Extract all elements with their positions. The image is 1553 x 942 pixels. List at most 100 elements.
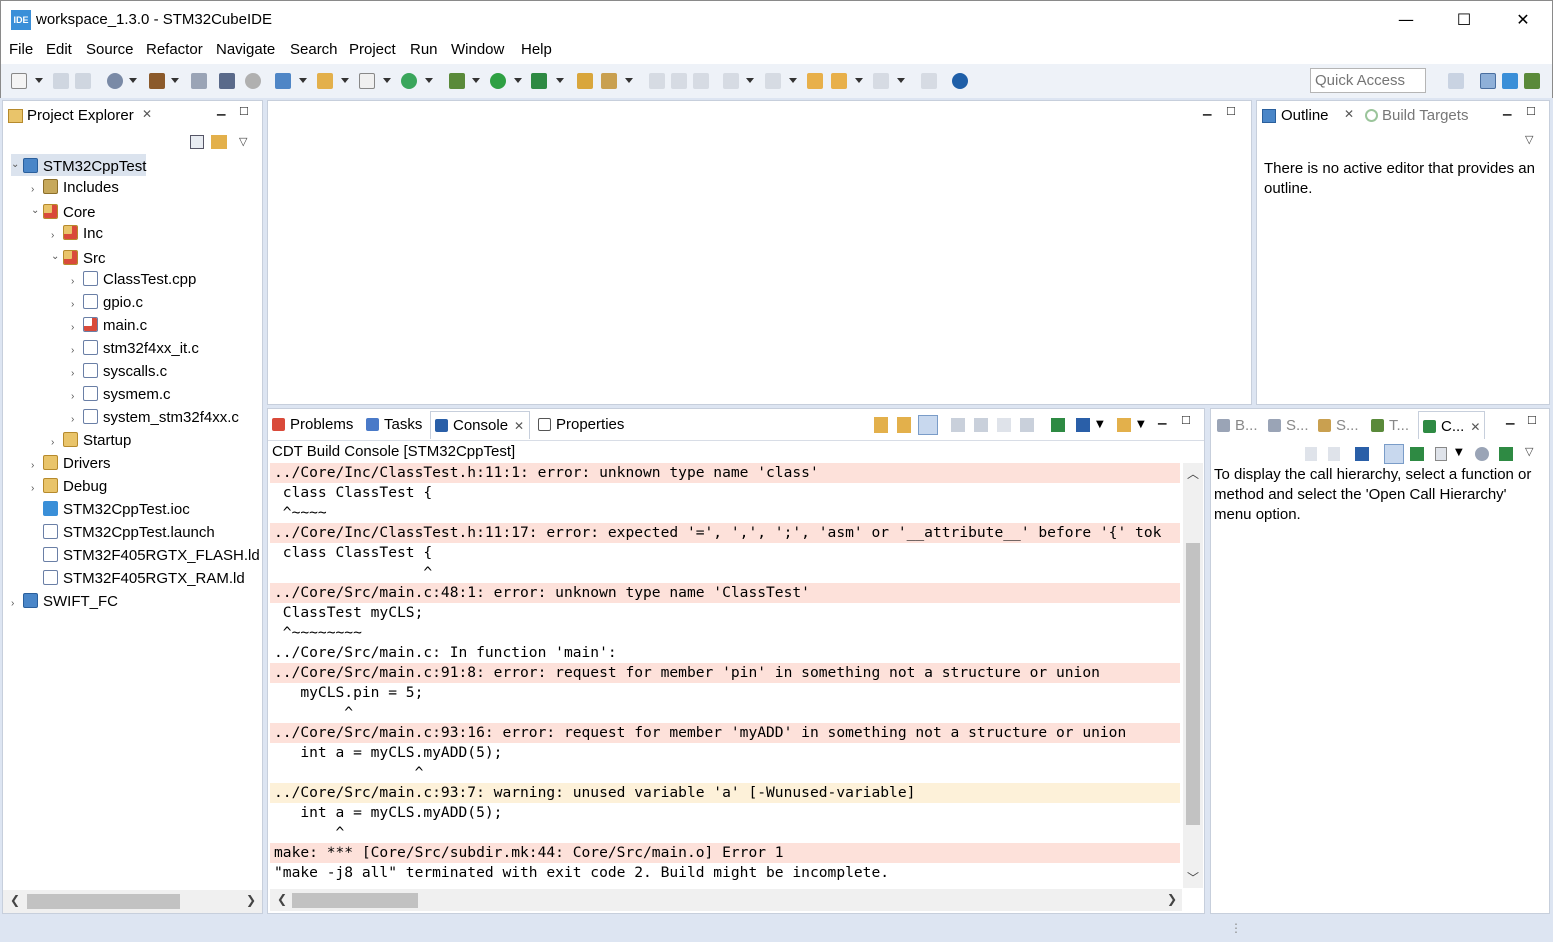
word-wrap-icon[interactable] xyxy=(997,418,1011,432)
save-icon[interactable] xyxy=(53,73,69,89)
status-bar-grip-icon[interactable]: ⋮ xyxy=(1230,921,1242,935)
back-icon[interactable] xyxy=(831,73,847,89)
minimize-view-icon[interactable]: ▁ xyxy=(1503,103,1511,116)
debug-dropdown-icon[interactable] xyxy=(472,78,480,83)
prev-annotation-icon[interactable] xyxy=(765,73,781,89)
forward-icon[interactable] xyxy=(873,73,889,89)
close-icon[interactable]: ✕ xyxy=(1344,107,1354,121)
view-menu-icon[interactable]: ▽ xyxy=(239,135,247,148)
forward-dropdown-icon[interactable] xyxy=(897,78,905,83)
tree-item[interactable]: STM32F405RGTX_FLASH.ld xyxy=(31,545,260,567)
close-button[interactable]: ✕ xyxy=(1494,1,1552,39)
tab-search[interactable]: S... xyxy=(1318,417,1359,434)
console-output[interactable]: ../Core/Inc/ClassTest.h:11:1: error: unk… xyxy=(270,463,1182,888)
maximize-button[interactable]: ☐ xyxy=(1435,1,1493,39)
maximize-view-icon[interactable]: ☐ xyxy=(1181,414,1191,427)
refresh-dropdown-icon[interactable] xyxy=(425,78,433,83)
tree-item[interactable]: STM32F405RGTX_RAM.ld xyxy=(31,568,245,590)
open-console-icon[interactable] xyxy=(1117,418,1131,432)
tab-build-analyzer[interactable]: B... xyxy=(1217,417,1258,434)
tree-item[interactable]: › ClassTest.cpp xyxy=(71,269,196,291)
show-callers-icon[interactable] xyxy=(1384,444,1404,464)
next-annotation-icon[interactable] xyxy=(723,73,739,89)
tree-item[interactable]: STM32CppTest.launch xyxy=(31,522,215,544)
clean-icon[interactable] xyxy=(191,73,207,89)
tree-item[interactable]: ⌄ Core xyxy=(31,200,96,222)
tab-type-hierarchy[interactable]: T... xyxy=(1371,417,1409,434)
chevron-right-icon[interactable]: › xyxy=(71,340,83,362)
view-menu-icon[interactable]: ▽ xyxy=(1525,133,1533,146)
minimize-button[interactable]: — xyxy=(1377,1,1435,39)
tab-properties[interactable]: Properties xyxy=(538,411,624,439)
open-console-dropdown-icon[interactable]: ▼ xyxy=(1137,419,1145,430)
tab-tasks[interactable]: Tasks xyxy=(366,411,422,439)
scroll-right-icon[interactable]: ❯ xyxy=(1167,892,1177,906)
tree-item[interactable]: ⌄ Src xyxy=(51,246,106,268)
prev-annotation-dropdown-icon[interactable] xyxy=(789,78,797,83)
refresh-icon[interactable] xyxy=(1475,447,1489,461)
menu-file[interactable]: File xyxy=(9,41,33,58)
tab-console[interactable]: Console ✕ xyxy=(430,411,530,439)
vertical-scrollbar[interactable]: ︿ ﹀ xyxy=(1183,463,1203,888)
tree-item[interactable]: › Debug xyxy=(31,476,107,498)
debug-bug-icon[interactable] xyxy=(449,73,465,89)
pin-console-icon[interactable] xyxy=(1051,418,1065,432)
view-menu-icon[interactable]: ▽ xyxy=(1525,445,1533,458)
collapse-all-icon[interactable] xyxy=(190,135,204,149)
tree-item[interactable]: › Includes xyxy=(31,177,119,199)
chevron-right-icon[interactable]: › xyxy=(31,455,43,477)
tree-item[interactable]: › Drivers xyxy=(31,453,111,475)
tree-item[interactable]: › gpio.c xyxy=(71,292,143,314)
tree-item[interactable]: › system_stm32f4xx.c xyxy=(71,407,239,429)
last-edit-icon[interactable] xyxy=(807,73,823,89)
new-dropdown-icon[interactable] xyxy=(35,78,43,83)
menu-run[interactable]: Run xyxy=(410,41,438,58)
maximize-editor-icon[interactable]: ☐ xyxy=(1226,105,1236,118)
menu-navigate[interactable]: Navigate xyxy=(216,41,275,58)
chevron-right-icon[interactable]: › xyxy=(71,317,83,339)
cpp-perspective-icon[interactable] xyxy=(1480,73,1496,89)
close-icon[interactable]: ✕ xyxy=(1470,420,1480,434)
tab-problems[interactable]: Problems xyxy=(272,411,353,439)
skip-breakpoints-icon[interactable] xyxy=(219,73,235,89)
project-explorer-title[interactable]: Project Explorer xyxy=(27,107,134,124)
tree-item[interactable]: › syscalls.c xyxy=(71,361,167,383)
toggle-mark-icon[interactable] xyxy=(649,73,665,89)
open-build-log-icon[interactable] xyxy=(918,415,938,435)
scroll-right-icon[interactable]: ❯ xyxy=(246,893,256,907)
menu-edit[interactable]: Edit xyxy=(46,41,72,58)
show-callees-icon[interactable] xyxy=(1410,447,1424,461)
chevron-right-icon[interactable]: › xyxy=(71,271,83,293)
debug-perspective-icon[interactable] xyxy=(1524,73,1540,89)
scroll-thumb[interactable] xyxy=(27,894,180,909)
menu-search[interactable]: Search xyxy=(290,41,338,58)
maximize-view-icon[interactable]: ☐ xyxy=(239,105,249,118)
maximize-view-icon[interactable]: ☐ xyxy=(1526,105,1536,118)
tree-item[interactable]: › SWIFT_FC xyxy=(11,591,118,613)
scroll-lock-icon[interactable] xyxy=(974,418,988,432)
menu-source[interactable]: Source xyxy=(86,41,134,58)
display-console-dropdown-icon[interactable]: ▼ xyxy=(1096,419,1104,430)
scroll-thumb[interactable] xyxy=(292,893,418,908)
build-dropdown-icon[interactable] xyxy=(171,78,179,83)
minimize-view-icon[interactable]: ▁ xyxy=(217,103,225,116)
chevron-right-icon[interactable]: › xyxy=(71,294,83,316)
settings-icon[interactable] xyxy=(107,73,123,89)
chevron-down-icon[interactable]: ⌄ xyxy=(51,246,63,268)
menu-refactor[interactable]: Refactor xyxy=(146,41,203,58)
previous-item-icon[interactable] xyxy=(1328,447,1340,461)
next-annotation-dropdown-icon[interactable] xyxy=(746,78,754,83)
minimize-view-icon[interactable]: ▁ xyxy=(1158,412,1166,425)
show-whitespace-icon[interactable] xyxy=(693,73,709,89)
tree-item[interactable]: › stm32f4xx_it.c xyxy=(71,338,199,360)
tab-static-stack[interactable]: S... xyxy=(1268,417,1309,434)
tree-item[interactable]: › Startup xyxy=(51,430,131,452)
scroll-thumb[interactable] xyxy=(1186,543,1200,825)
pin-editor-icon[interactable] xyxy=(921,73,937,89)
settings-dropdown-icon[interactable] xyxy=(129,78,137,83)
filter-icon[interactable] xyxy=(1355,447,1369,461)
chevron-right-icon[interactable]: › xyxy=(51,225,63,247)
chevron-right-icon[interactable]: › xyxy=(11,593,23,615)
copy-build-log-icon[interactable] xyxy=(951,418,965,432)
minimize-editor-icon[interactable]: ▁ xyxy=(1203,103,1211,116)
